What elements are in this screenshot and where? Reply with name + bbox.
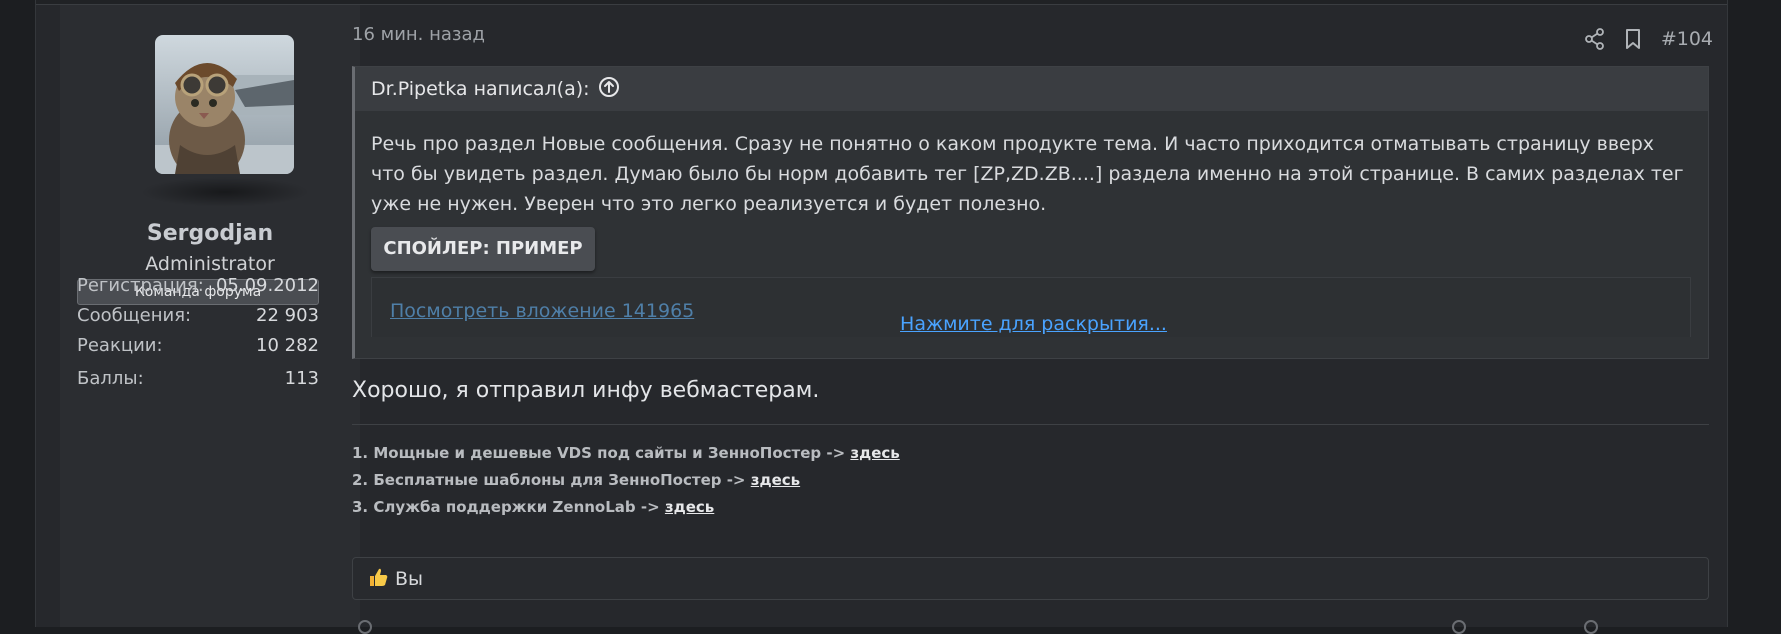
signature-link[interactable]: здесь	[751, 471, 800, 489]
stat-label: Регистрация:	[77, 275, 204, 296]
share-icon[interactable]	[1584, 28, 1605, 50]
avatar-shadow	[140, 177, 310, 207]
signature-text: 1. Мощные и дешевые VDS под сайты и Зенн…	[352, 444, 851, 462]
stat-label: Баллы:	[77, 368, 144, 389]
signature-line-1: 1. Мощные и дешевые VDS под сайты и Зенн…	[352, 444, 900, 462]
bookmark-icon[interactable]	[1625, 28, 1641, 50]
signature-link[interactable]: здесь	[850, 444, 899, 462]
signature-divider	[352, 424, 1709, 425]
arrow-up-circle-icon[interactable]	[598, 76, 620, 103]
signature-text: 2. Бесплатные шаблоны для ЗенноПостер ->	[352, 471, 751, 489]
signature-text: 3. Служба поддержки ZennoLab ->	[352, 498, 665, 516]
reply-icon[interactable]	[358, 620, 372, 634]
post-message: Хорошо, я отправил инфу вебмастерам.	[352, 378, 820, 403]
user-title: Administrator	[145, 253, 275, 275]
stat-value: 05.09.2012	[215, 275, 319, 296]
quote-author[interactable]: Dr.Pipetka написал(а):	[371, 78, 590, 100]
post-number[interactable]: #104	[1661, 28, 1713, 50]
signature-line-2: 2. Бесплатные шаблоны для ЗенноПостер ->…	[352, 471, 800, 489]
avatar[interactable]	[155, 35, 294, 174]
signature-link[interactable]: здесь	[665, 498, 714, 516]
thumbs-up-icon	[367, 566, 389, 592]
stat-value: 10 282	[256, 335, 319, 356]
quote-text: Речь про раздел Новые сообщения. Сразу н…	[371, 133, 1684, 215]
post-footer	[352, 620, 1709, 634]
forum-post: Sergodjan Administrator Команда форума Р…	[35, 0, 1728, 634]
signature-line-3: 3. Служба поддержки ZennoLab -> здесь	[352, 498, 714, 516]
post-main: 16 мин. назад #104 Dr.Pipetka написал(а)…	[352, 0, 1727, 634]
user-info-column: Sergodjan Administrator Команда форума Р…	[60, 5, 360, 627]
quote-icon[interactable]	[1452, 620, 1466, 634]
reactions-bar[interactable]: Вы	[352, 557, 1709, 600]
username[interactable]: Sergodjan	[60, 221, 360, 246]
spoiler-button[interactable]: СПОЙЛЕР: ПРИМЕР	[371, 227, 595, 271]
quote-header[interactable]: Dr.Pipetka написал(а):	[355, 67, 1708, 111]
post-actions: #104	[1584, 26, 1713, 52]
stat-value: 22 903	[256, 305, 319, 326]
reply-action-icon[interactable]	[1584, 620, 1598, 634]
stat-value: 113	[284, 368, 319, 389]
reaction-user[interactable]: Вы	[395, 568, 423, 590]
stat-label: Реакции:	[77, 335, 163, 356]
expand-quote-link[interactable]: Нажмите для раскрытия...	[355, 313, 1712, 335]
post-time[interactable]: 16 мин. назад	[352, 24, 485, 45]
stat-label: Сообщения:	[77, 305, 192, 326]
quote-block: Dr.Pipetka написал(а): Речь про раздел Н…	[352, 66, 1709, 359]
avatar-image	[155, 35, 294, 174]
page-background	[0, 0, 35, 627]
